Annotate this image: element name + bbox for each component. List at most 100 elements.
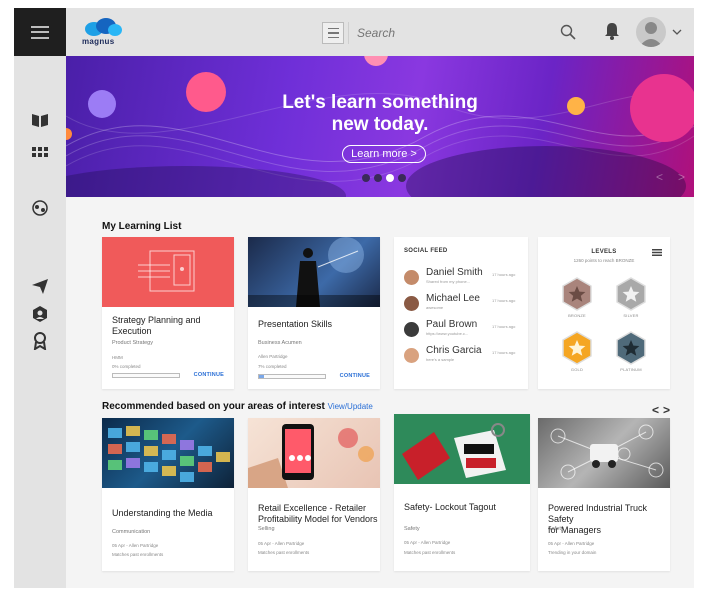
next-arrow-icon[interactable]: >: [663, 403, 674, 417]
progress-fill: [259, 375, 264, 378]
course-reason: Trending in your domain: [548, 550, 597, 555]
recommended-nav: <>: [652, 403, 674, 417]
hexagon-badge-icon[interactable]: [30, 304, 50, 324]
course-title-line1: Strategy Planning and: [112, 315, 201, 325]
levels-card: LEVELS 1260 points to reach BRONZE BRONZ…: [538, 237, 670, 389]
course-card[interactable]: Strategy Planning and Execution Product …: [102, 237, 234, 389]
recommended-card[interactable]: Powered Industrial Truck Safety for Mana…: [538, 418, 670, 571]
presenter-illustration-icon: [248, 237, 380, 307]
social-feed-card: SOCIAL FEED Daniel Smith Shared from my …: [394, 237, 528, 389]
course-title: Understanding the Media: [112, 508, 213, 519]
lockout-tag-illustration-icon: [402, 423, 506, 480]
feed-time: 17 hours ago: [492, 272, 516, 277]
learn-more-button[interactable]: Learn more >: [342, 145, 426, 163]
feed-item[interactable]: Daniel Smith Shared from my phone... 17 …: [404, 267, 520, 289]
document-illustration-icon: [138, 250, 195, 292]
feed-item[interactable]: Chris Garcia here's a sample 17 hours ag…: [404, 345, 520, 367]
hero-banner: Let's learn something new today. Learn m…: [66, 56, 694, 197]
course-category: Business Acumen: [258, 340, 302, 346]
feed-item[interactable]: Paul Brown https://www.youtube.c... 17 h…: [404, 319, 520, 341]
feed-time: 17 hours ago: [492, 350, 516, 355]
avatar: [404, 348, 419, 363]
search-bar: [322, 21, 580, 45]
globe-people-icon[interactable]: [30, 198, 50, 218]
carousel-dots: [362, 174, 406, 182]
badge-label: SILVER: [623, 313, 639, 318]
avatar: [404, 270, 419, 285]
course-title: Safety- Lockout Tagout: [404, 502, 496, 513]
feed-time: 17 hours ago: [492, 324, 516, 329]
recommended-card[interactable]: Understanding the Media Communication 05…: [102, 418, 234, 571]
carousel-dot-active[interactable]: [386, 174, 394, 182]
course-date-author: 05 Apr - Allen Partridge: [404, 540, 451, 545]
course-date-author: 05 Apr - Allen Partridge: [548, 541, 595, 546]
recommended-card[interactable]: Retail Excellence - Retailer Profitabili…: [248, 418, 380, 571]
course-reason: Matches past enrollments: [404, 550, 456, 555]
menu-icon[interactable]: [652, 249, 662, 256]
course-thumbnail: [248, 418, 380, 488]
prev-arrow-icon[interactable]: <: [652, 403, 663, 417]
course-thumbnail: [248, 237, 380, 307]
course-category: Communication: [112, 529, 151, 535]
continue-button[interactable]: CONTINUE: [194, 372, 224, 378]
bronze-badge-icon: [562, 277, 592, 311]
course-title: Presentation Skills: [258, 319, 332, 330]
course-reason: Matches past enrollments: [258, 550, 310, 555]
feed-text: https://www.youtube.c...: [426, 331, 469, 336]
apps-grid-icon[interactable]: [30, 142, 50, 162]
view-update-link[interactable]: View/Update: [328, 402, 373, 411]
chevron-down-icon[interactable]: [672, 28, 682, 36]
recommended-title-text: Recommended based on your areas of inter…: [102, 401, 325, 412]
hero-next-icon[interactable]: >: [678, 170, 685, 184]
recommended-card[interactable]: Safety- Lockout Tagout Safety 05 Apr - A…: [394, 414, 530, 571]
feed-name: Chris Garcia: [426, 345, 482, 356]
continue-button[interactable]: CONTINUE: [340, 373, 370, 379]
course-date-author: 05 Apr - Allen Partridge: [258, 541, 305, 546]
course-progress-text: 7% completed: [258, 364, 287, 369]
badge-label: BRONZE: [568, 313, 586, 318]
course-thumbnail: [102, 237, 234, 307]
menu-button[interactable]: [14, 8, 66, 56]
hero-title-line1: Let's learn something: [282, 92, 478, 113]
user-icon: [639, 22, 663, 47]
feed-name: Michael Lee: [426, 293, 480, 304]
badge-label: GOLD: [570, 367, 584, 372]
bell-icon[interactable]: [604, 22, 620, 40]
course-title: Retail Excellence - Retailer Profitabili…: [258, 503, 378, 525]
social-feed-title: SOCIAL FEED: [404, 248, 448, 254]
search-input[interactable]: [348, 22, 558, 44]
course-card[interactable]: Presentation Skills Business Acumen Alle…: [248, 237, 380, 389]
course-category: Selling: [258, 526, 275, 532]
gold-badge-icon: [562, 331, 592, 365]
hero-prev-icon[interactable]: <: [656, 170, 663, 184]
levels-title: LEVELS: [591, 249, 617, 255]
levels-subtitle: 1260 points to reach BRONZE: [573, 258, 635, 263]
hamburger-icon: [31, 25, 49, 39]
feed-text: Shared from my phone...: [426, 279, 471, 284]
course-date-author: 05 Apr - Allen Partridge: [112, 543, 159, 548]
user-avatar[interactable]: [636, 17, 666, 47]
carousel-dot[interactable]: [374, 174, 382, 182]
course-category: Safety: [548, 526, 564, 532]
course-title-line1: Understanding the Media: [112, 508, 213, 518]
course-title-line1: Retail Excellence - Retailer: [258, 503, 367, 513]
course-thumbnail: [102, 418, 234, 488]
avatar: [404, 296, 419, 311]
send-icon[interactable]: [30, 276, 50, 296]
award-icon[interactable]: [30, 330, 50, 350]
course-thumbnail: [394, 414, 530, 484]
search-icon[interactable]: [560, 24, 576, 40]
hero-title: Let's learn something new today.: [66, 92, 694, 136]
logo-mark-icon: [85, 18, 122, 36]
carousel-dot[interactable]: [362, 174, 370, 182]
course-reason: Matches past enrollments: [112, 552, 164, 557]
phone-shopping-illustration-icon: [248, 424, 374, 488]
left-rail: [14, 56, 66, 588]
book-icon[interactable]: [30, 110, 50, 130]
course-title-line1: Presentation Skills: [258, 319, 333, 329]
list-icon[interactable]: [322, 22, 344, 44]
feed-item[interactable]: Michael Lee awesome 17 hours ago: [404, 293, 520, 315]
magnus-logo[interactable]: magnus: [82, 17, 126, 49]
carousel-dot[interactable]: [398, 174, 406, 182]
course-progress-text: 0% completed: [112, 364, 141, 369]
